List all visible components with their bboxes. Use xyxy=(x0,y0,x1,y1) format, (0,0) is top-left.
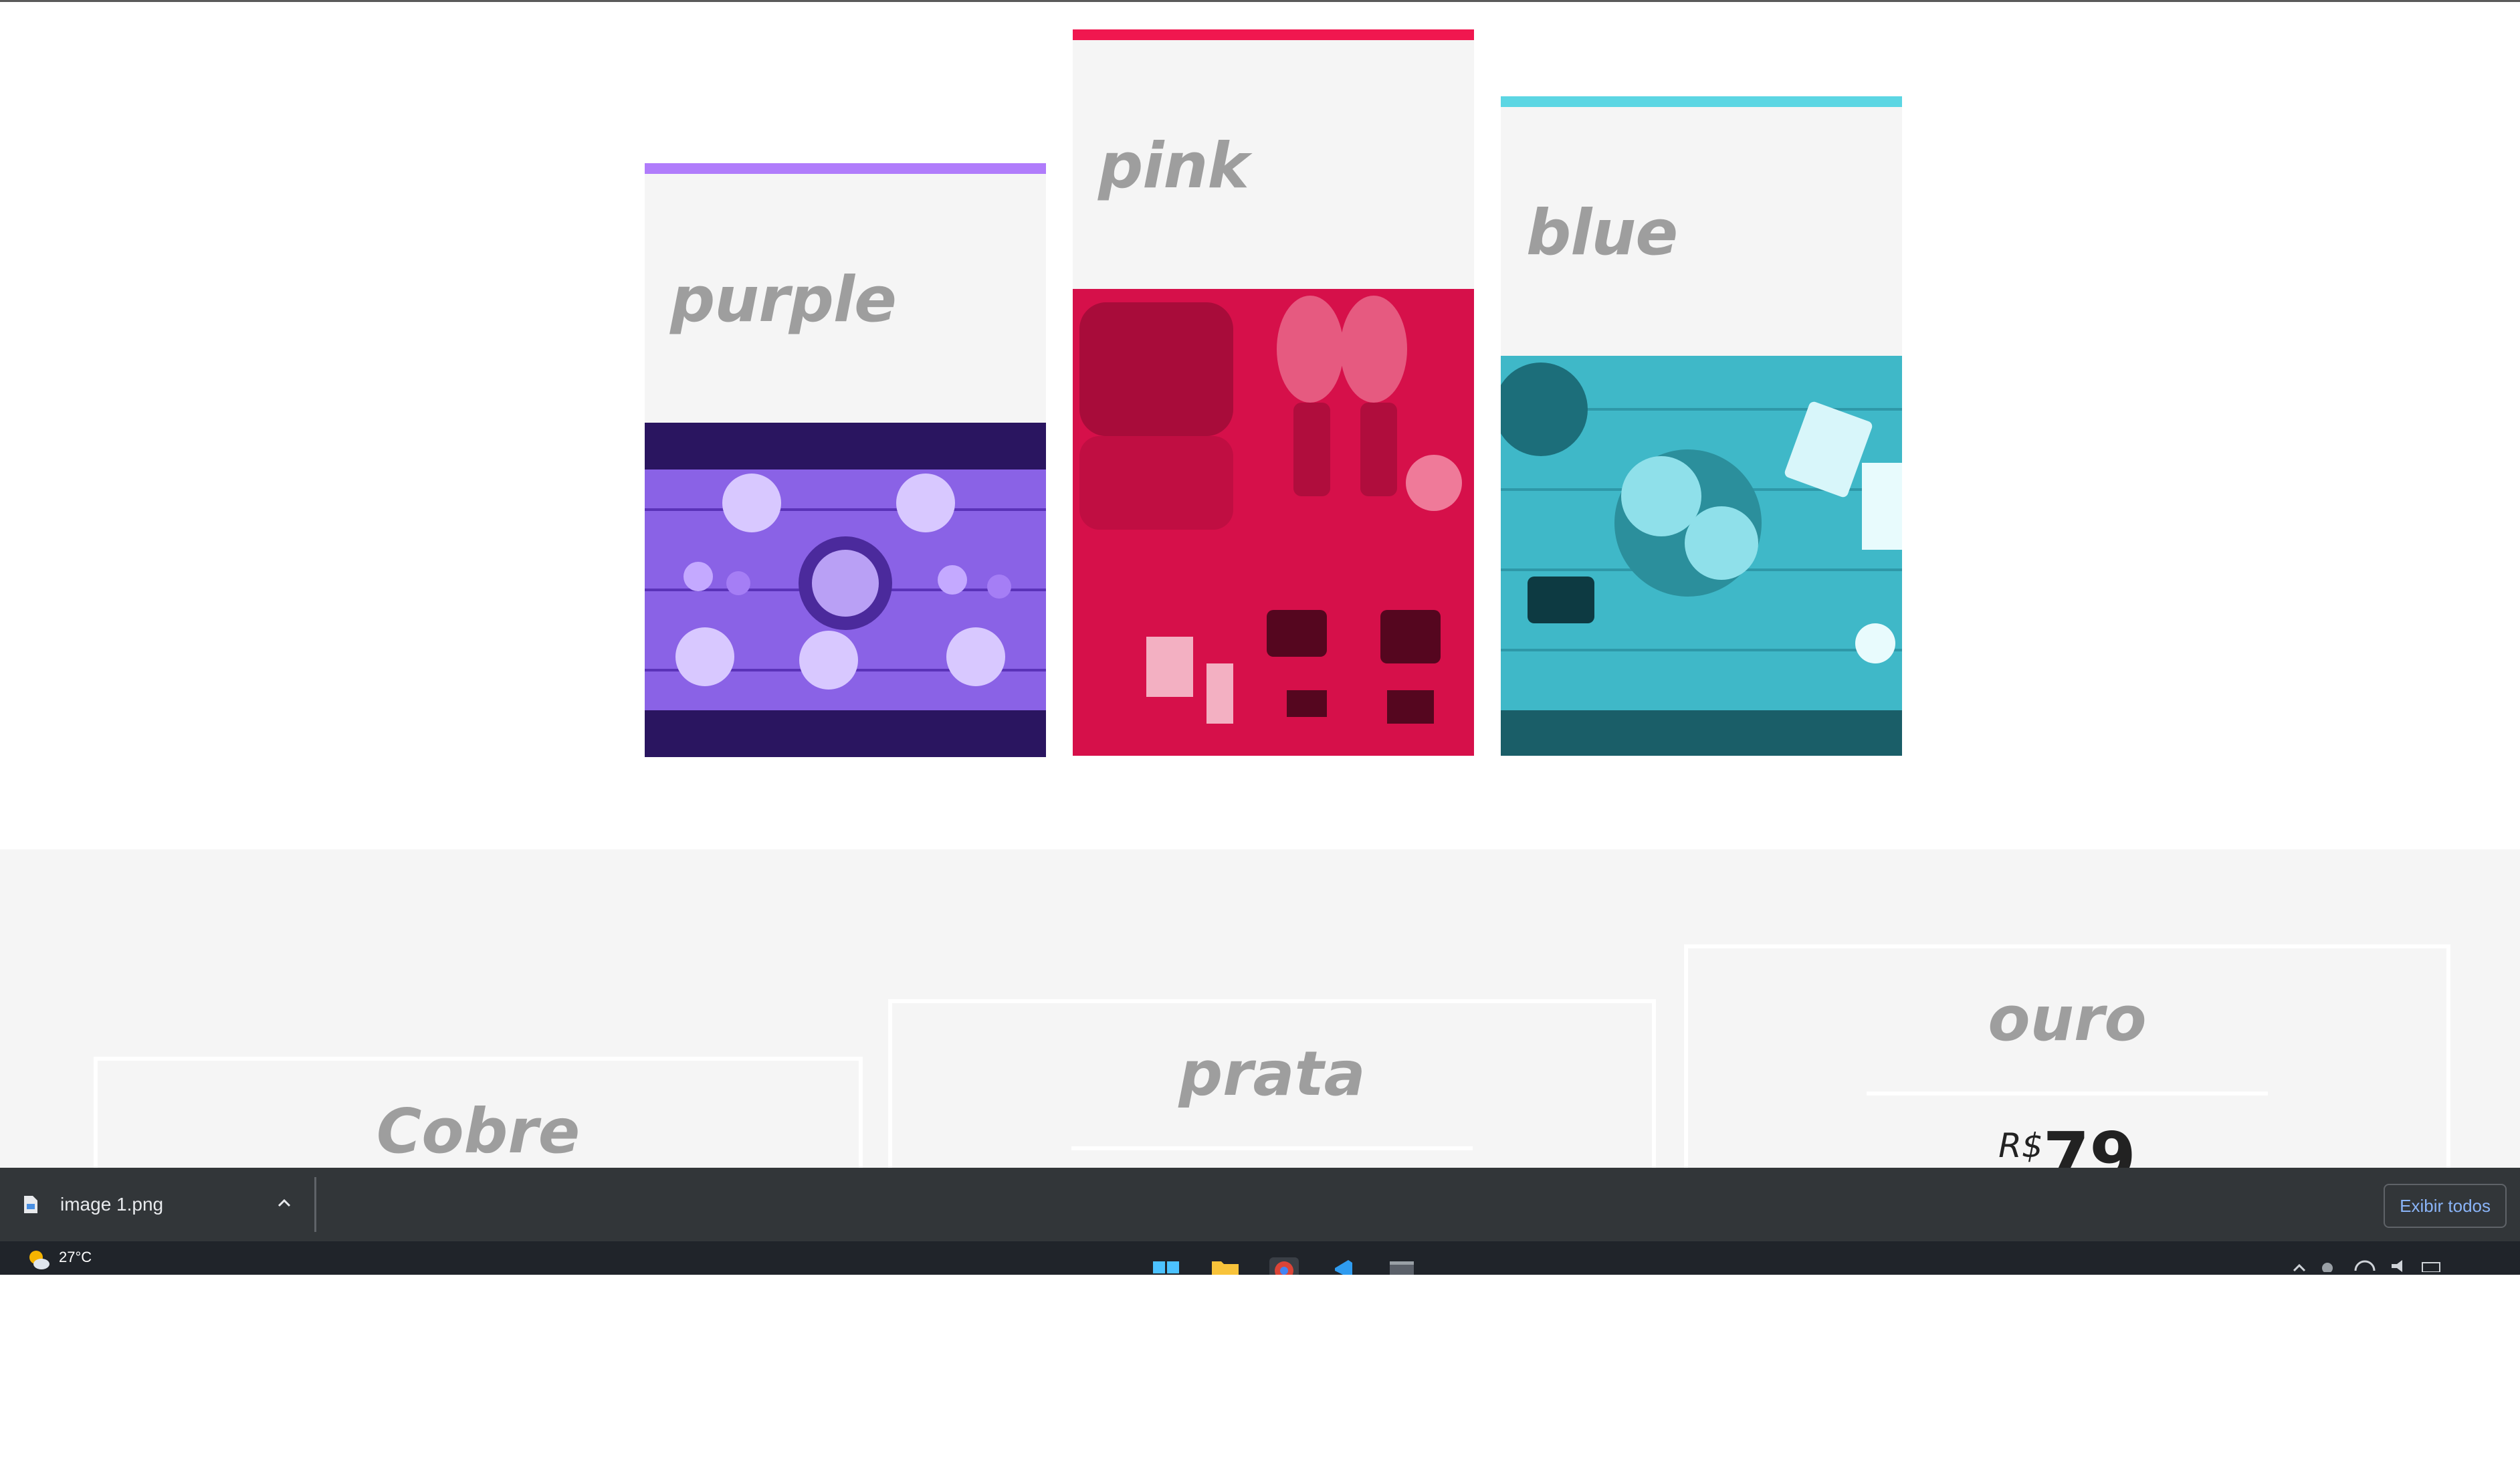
price-currency: R$ xyxy=(1998,1126,2043,1165)
weather-temperature: 27°C xyxy=(59,1249,92,1265)
system-tray[interactable] xyxy=(2291,1259,2505,1273)
vscode-icon[interactable] xyxy=(1328,1257,1358,1275)
flowers-desk-photo xyxy=(1501,356,1902,756)
download-file-name: image 1.png xyxy=(60,1194,164,1215)
card-title: blue xyxy=(1526,197,1678,270)
download-item[interactable]: image 1.png xyxy=(24,1182,163,1227)
card-purple[interactable]: purple xyxy=(645,163,1046,757)
plan-title: prata xyxy=(1178,1038,1366,1110)
show-all-button[interactable]: Exibir todos xyxy=(2384,1184,2507,1228)
table-setting-photo xyxy=(645,423,1046,757)
hiking-gear-photo xyxy=(1073,289,1474,756)
plan-separator xyxy=(1867,1091,2268,1096)
card-accent-bar xyxy=(645,163,1046,174)
chrome-icon[interactable] xyxy=(1269,1257,1299,1275)
plan-ouro[interactable]: ouro R$79 xyxy=(1684,944,2450,1346)
plan-separator xyxy=(1071,1146,1473,1150)
card-accent-bar xyxy=(1073,29,1474,40)
weather-widget[interactable]: 27°C xyxy=(27,1245,92,1269)
terminal-icon[interactable] xyxy=(1387,1257,1416,1275)
chevron-up-icon[interactable] xyxy=(274,1193,294,1213)
plan-title: ouro xyxy=(1988,983,2147,1055)
top-border xyxy=(0,0,2520,2)
partly-cloudy-icon xyxy=(29,1251,49,1269)
taskbar: 27°C xyxy=(0,1241,2520,1275)
card-accent-bar xyxy=(1501,96,1902,107)
file-explorer-icon[interactable] xyxy=(1211,1257,1240,1275)
start-icon[interactable] xyxy=(1152,1257,1181,1275)
card-pink[interactable]: pink xyxy=(1073,29,1474,756)
card-title: pink xyxy=(1098,130,1249,203)
plan-title: Cobre xyxy=(376,1096,581,1167)
card-title: purple xyxy=(670,264,897,336)
file-icon xyxy=(24,1196,37,1213)
download-bar: image 1.png Exibir todos xyxy=(0,1168,2520,1241)
card-blue[interactable]: blue xyxy=(1501,96,1902,756)
pricing-section: Cobre prata ouro R$79 xyxy=(0,849,2520,1458)
divider xyxy=(314,1177,316,1232)
